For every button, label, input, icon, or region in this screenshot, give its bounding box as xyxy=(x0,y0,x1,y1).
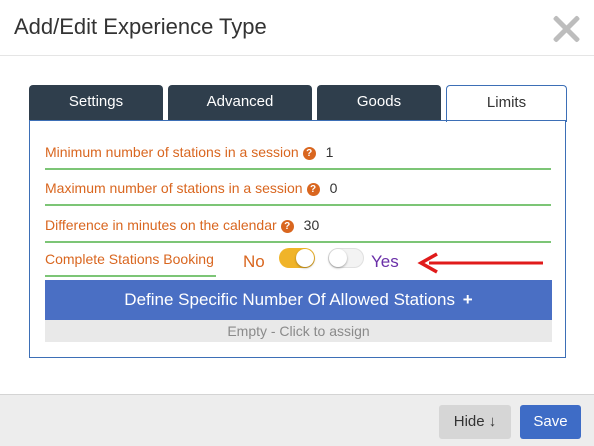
limits-panel: Minimum number of stations in a session?… xyxy=(29,120,566,358)
define-allowed-stations-button[interactable]: Define Specific Number Of Allowed Statio… xyxy=(45,280,552,320)
toggle-knob xyxy=(329,249,347,267)
help-icon[interactable]: ? xyxy=(306,183,320,196)
hide-button-label: Hide xyxy=(453,413,485,430)
complete-booking-row: Complete Stations Booking xyxy=(45,251,216,277)
max-stations-row: Maximum number of stations in a session?… xyxy=(45,180,551,206)
toggle-knob xyxy=(296,249,314,267)
empty-assign-area[interactable]: Empty - Click to assign xyxy=(45,320,552,342)
no-toggle[interactable] xyxy=(279,248,315,268)
diff-minutes-row: Difference in minutes on the calendar? 30 xyxy=(45,217,551,243)
add-edit-experience-type-dialog: Add/Edit Experience Type Settings Advanc… xyxy=(0,0,594,446)
arrow-down-icon: ↓ xyxy=(488,413,497,430)
tab-limits[interactable]: Limits xyxy=(446,85,567,122)
min-stations-value[interactable]: 1 xyxy=(326,144,334,160)
field-underline xyxy=(45,241,551,243)
complete-booking-label: Complete Stations Booking xyxy=(45,251,214,267)
close-icon[interactable] xyxy=(552,14,580,42)
define-button-label: Define Specific Number Of Allowed Statio… xyxy=(124,290,456,309)
save-button[interactable]: Save xyxy=(520,405,581,439)
plus-icon: + xyxy=(462,290,473,309)
help-icon[interactable]: ? xyxy=(280,220,294,233)
dialog-title: Add/Edit Experience Type xyxy=(14,14,267,39)
min-stations-row: Minimum number of stations in a session?… xyxy=(45,144,551,170)
diff-minutes-label: Difference in minutes on the calendar xyxy=(45,217,277,233)
max-stations-value[interactable]: 0 xyxy=(330,180,338,196)
dialog-header: Add/Edit Experience Type xyxy=(0,0,594,56)
tab-goods[interactable]: Goods xyxy=(317,85,441,121)
red-arrow-annotation xyxy=(417,252,543,274)
field-underline xyxy=(45,275,216,277)
tab-advanced[interactable]: Advanced xyxy=(168,85,312,121)
yes-toggle[interactable] xyxy=(328,248,364,268)
max-stations-label: Maximum number of stations in a session xyxy=(45,180,303,196)
field-underline xyxy=(45,204,551,206)
yes-label: Yes xyxy=(371,252,399,271)
diff-minutes-value[interactable]: 30 xyxy=(304,217,320,233)
field-underline xyxy=(45,168,551,170)
dialog-footer: Hide ↓ Save xyxy=(0,394,594,446)
hide-button[interactable]: Hide ↓ xyxy=(439,405,511,439)
no-label: No xyxy=(243,252,265,271)
min-stations-label: Minimum number of stations in a session xyxy=(45,144,299,160)
help-icon[interactable]: ? xyxy=(302,147,316,160)
tab-settings[interactable]: Settings xyxy=(29,85,163,121)
